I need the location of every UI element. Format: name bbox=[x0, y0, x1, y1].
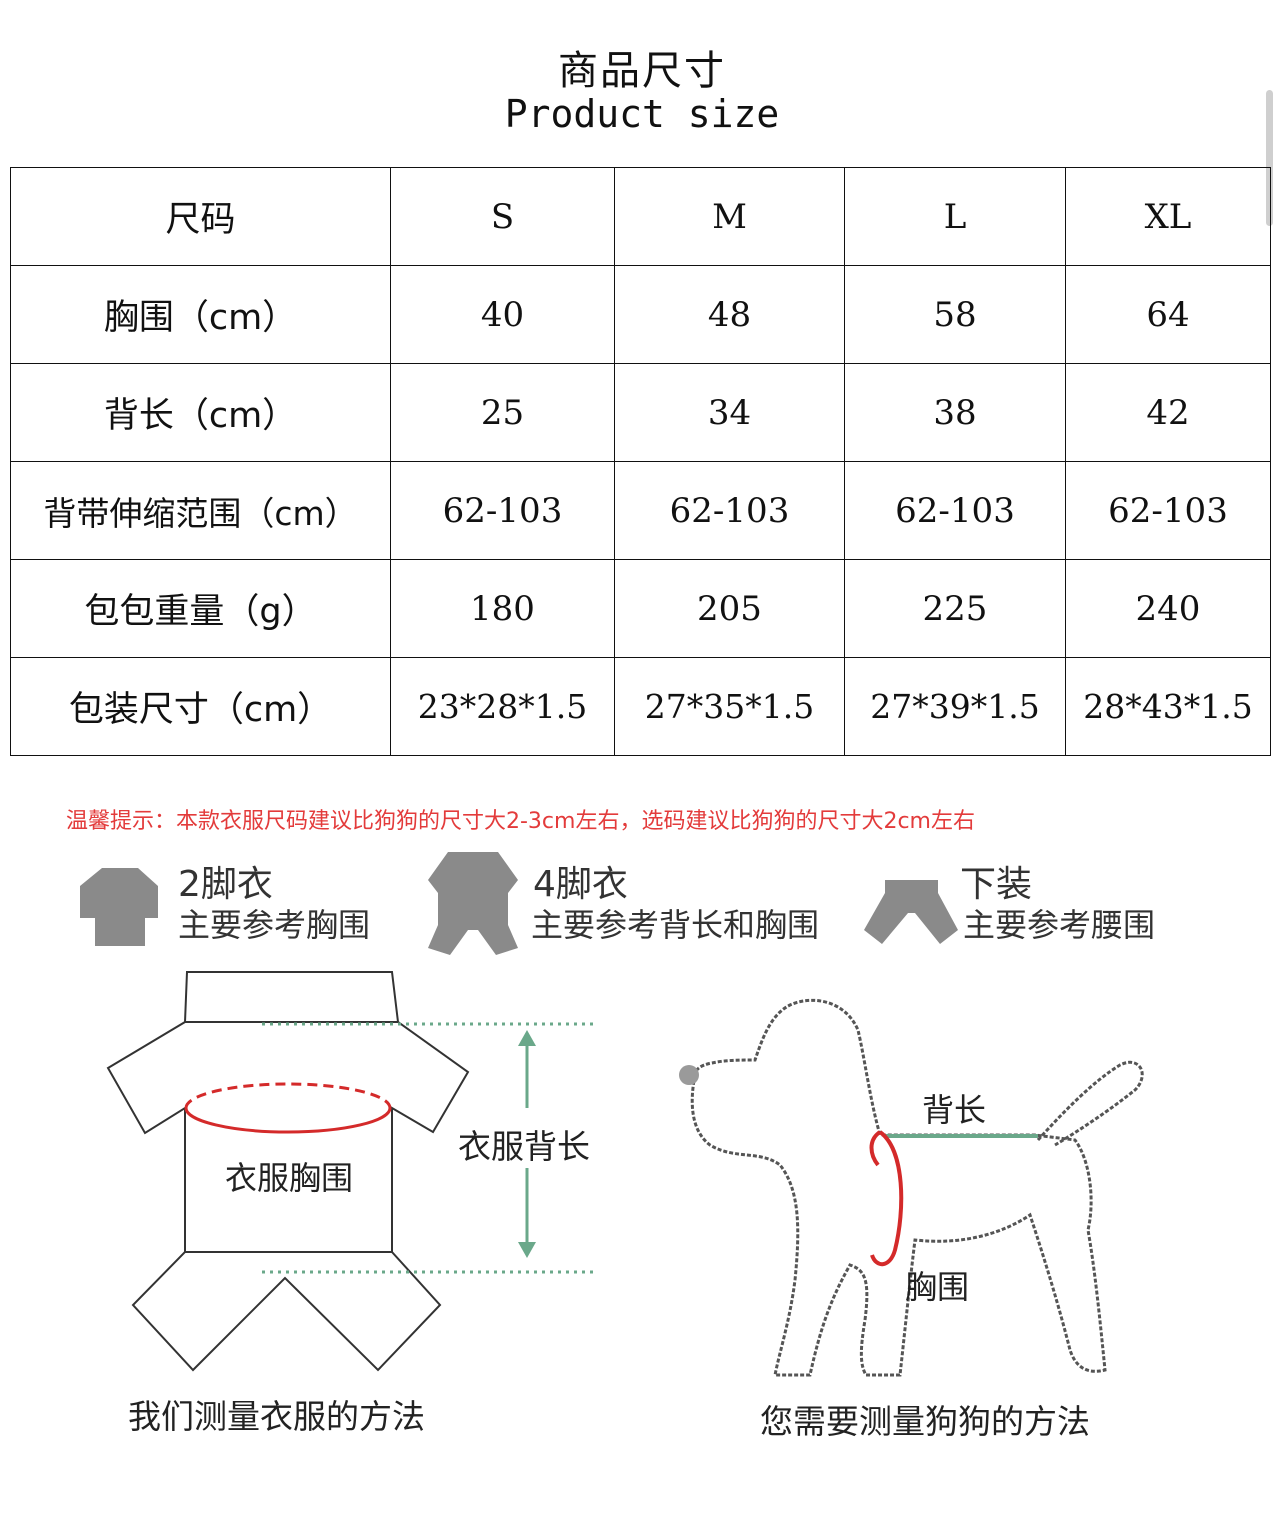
table-cell: 240 bbox=[1065, 559, 1271, 658]
legend-ref-2leg: 主要参考胸围 bbox=[178, 906, 371, 944]
table-cell: 48 bbox=[614, 265, 845, 364]
table-cell: 62-103 bbox=[614, 461, 845, 560]
table-cell: 23*28*1.5 bbox=[390, 657, 615, 756]
table-cell: 40 bbox=[390, 265, 615, 364]
page-subtitle: Product size bbox=[504, 92, 780, 136]
table-row: 包装尺寸（cm） 23*28*1.5 27*35*1.5 27*39*1.5 2… bbox=[10, 657, 1271, 756]
table-header-cell: L bbox=[844, 167, 1066, 266]
row-label: 胸围（cm） bbox=[10, 265, 391, 364]
table-row: 胸围（cm） 40 48 58 64 bbox=[10, 265, 1271, 364]
clothes-chest-label: 衣服胸围 bbox=[225, 1159, 354, 1197]
table-row: 包包重量（g） 180 205 225 240 bbox=[10, 559, 1271, 658]
table-cell: 38 bbox=[844, 363, 1066, 462]
row-label: 包包重量（g） bbox=[10, 559, 391, 658]
table-row: 背带伸缩范围（cm） 62-103 62-103 62-103 62-103 bbox=[10, 461, 1271, 560]
dog-chest-label: 胸围 bbox=[905, 1268, 970, 1306]
table-cell: 62-103 bbox=[1065, 461, 1271, 560]
dog-chest-loop bbox=[869, 1130, 904, 1267]
clothes-back-label: 衣服背长 bbox=[458, 1127, 590, 1166]
table-header-cell: S bbox=[390, 167, 615, 266]
dog-outline-icon bbox=[690, 998, 1144, 1377]
table-cell: 27*39*1.5 bbox=[844, 657, 1066, 756]
table-header-cell: M bbox=[614, 167, 845, 266]
size-tip: 温馨提示：本款衣服尺码建议比狗狗的尺寸大2-3cm左右，选码建议比狗狗的尺寸大2… bbox=[66, 809, 975, 834]
table-cell: 180 bbox=[390, 559, 615, 658]
table-cell: 42 bbox=[1065, 363, 1271, 462]
row-label: 包装尺寸（cm） bbox=[10, 657, 391, 756]
dog-back-label: 背长 bbox=[922, 1091, 987, 1129]
table-cell: 62-103 bbox=[390, 461, 615, 560]
dog-caption: 您需要测量狗狗的方法 bbox=[760, 1402, 1090, 1441]
size-table: 尺码 S M L XL 胸围（cm） 40 48 58 64 背长（cm） 25… bbox=[10, 167, 1271, 756]
four-leg-suit-icon bbox=[428, 852, 518, 955]
dog-nose-icon bbox=[679, 1065, 699, 1085]
clothes-chest-ellipse bbox=[184, 1082, 392, 1134]
table-header-row: 尺码 S M L XL bbox=[10, 167, 1271, 266]
table-row: 背长（cm） 25 34 38 42 bbox=[10, 363, 1271, 462]
page-title: 商品尺寸 bbox=[558, 48, 726, 94]
two-leg-shirt-icon bbox=[80, 868, 158, 946]
table-cell: 58 bbox=[844, 265, 1066, 364]
pants-icon bbox=[864, 880, 958, 944]
row-label: 背长（cm） bbox=[10, 363, 391, 462]
table-cell: 205 bbox=[614, 559, 845, 658]
table-cell: 27*35*1.5 bbox=[614, 657, 845, 756]
table-cell: 25 bbox=[390, 363, 615, 462]
table-header-cell: 尺码 bbox=[10, 167, 391, 266]
table-cell: 64 bbox=[1065, 265, 1271, 364]
row-label: 背带伸缩范围（cm） bbox=[10, 461, 391, 560]
clothes-caption: 我们测量衣服的方法 bbox=[128, 1397, 425, 1436]
table-cell: 28*43*1.5 bbox=[1065, 657, 1271, 756]
table-cell: 34 bbox=[614, 363, 845, 462]
legend-ref-4leg: 主要参考背长和胸围 bbox=[531, 906, 820, 944]
table-cell: 62-103 bbox=[844, 461, 1066, 560]
table-header-cell: XL bbox=[1065, 167, 1271, 266]
legend-ref-pants: 主要参考腰围 bbox=[963, 906, 1156, 944]
table-cell: 225 bbox=[844, 559, 1066, 658]
